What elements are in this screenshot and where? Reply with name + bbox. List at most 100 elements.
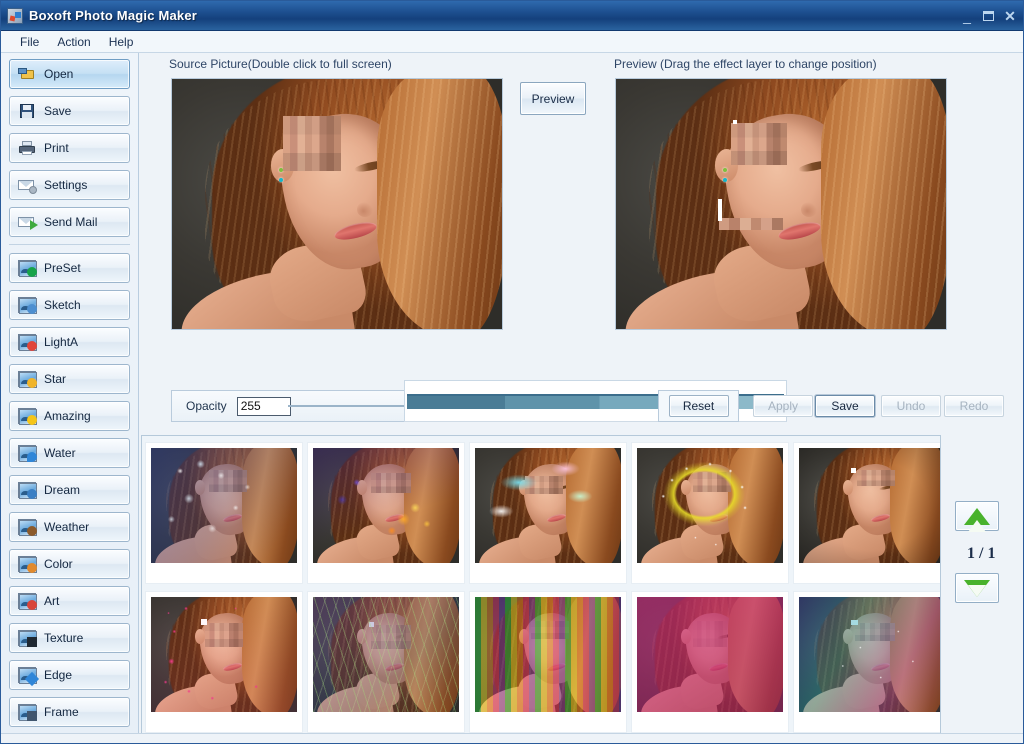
sidebar-item-star[interactable]: Star — [9, 364, 130, 394]
envelope-arrow-icon — [18, 214, 36, 230]
menu-file[interactable]: File — [11, 33, 48, 51]
undo-button[interactable]: Undo — [881, 395, 941, 417]
sidebar-item-settings[interactable]: Settings — [9, 170, 130, 200]
status-bar — [1, 733, 1024, 743]
menu-action[interactable]: Action — [48, 33, 99, 51]
thumbnail-image — [475, 597, 621, 712]
sidebar-item-save[interactable]: Save — [9, 96, 130, 126]
sidebar-item-label: LightA — [44, 335, 78, 349]
page-down-button[interactable] — [955, 573, 999, 603]
sidebar-item-texture[interactable]: Texture — [9, 623, 130, 653]
sidebar-item-weather[interactable]: Weather — [9, 512, 130, 542]
preview-label: Preview (Drag the effect layer to change… — [614, 57, 877, 71]
source-portrait-image — [172, 79, 502, 329]
page-indicator: 1 / 1 — [967, 545, 995, 563]
maximize-icon[interactable] — [983, 11, 994, 21]
thumbnail-cell[interactable] — [793, 591, 941, 733]
preview-picture[interactable] — [615, 78, 947, 330]
censor-block — [283, 116, 341, 171]
sidebar-item-label: Send Mail — [44, 215, 97, 229]
weather-icon — [18, 519, 36, 535]
apply-button[interactable]: Apply — [753, 395, 813, 417]
effect-marker-dot — [733, 120, 737, 124]
sidebar-item-label: Water — [44, 446, 76, 460]
sidebar-item-sketch[interactable]: Sketch — [9, 290, 130, 320]
sidebar-item-amazing[interactable]: Amazing — [9, 401, 130, 431]
redo-button[interactable]: Redo — [944, 395, 1004, 417]
app-icon — [7, 8, 23, 24]
sidebar-item-label: Amazing — [44, 409, 91, 423]
preview-button[interactable]: Preview — [520, 82, 586, 115]
reset-button[interactable]: Reset — [669, 395, 729, 417]
dream-icon — [18, 482, 36, 498]
minimize-icon[interactable]: _ — [960, 9, 974, 23]
art-icon — [18, 593, 36, 609]
thumbnail-image — [313, 597, 459, 712]
sidebar-item-open[interactable]: Open — [9, 59, 130, 89]
sidebar-item-frame[interactable]: Frame — [9, 697, 130, 727]
sidebar-item-label: Texture — [44, 631, 83, 645]
preview-portrait-image — [616, 79, 946, 329]
sidebar-item-print[interactable]: Print — [9, 133, 130, 163]
sidebar-item-water[interactable]: Water — [9, 438, 130, 468]
sidebar-item-label: Settings — [44, 178, 87, 192]
source-picture[interactable] — [171, 78, 503, 330]
sidebar-item-label: Art — [44, 594, 59, 608]
menu-help[interactable]: Help — [100, 33, 143, 51]
thumbnail-cell[interactable] — [631, 591, 789, 733]
sidebar-item-send-mail[interactable]: Send Mail — [9, 207, 130, 237]
sidebar-item-label: Open — [44, 67, 73, 81]
thumbnail-cell[interactable] — [469, 442, 627, 584]
thumbnail-image — [313, 448, 459, 563]
sidebar-item-label: Star — [44, 372, 66, 386]
sidebar: Open Save Print Settings Send Mail PreSe… — [1, 53, 139, 744]
color-icon — [18, 556, 36, 572]
window-title: Boxoft Photo Magic Maker — [29, 8, 197, 23]
floppy-disk-icon — [18, 103, 36, 119]
sidebar-item-dream[interactable]: Dream — [9, 475, 130, 505]
thumbnail-cell[interactable] — [145, 591, 303, 733]
menu-bar: File Action Help — [1, 31, 1024, 53]
open-folder-icon — [18, 66, 36, 82]
thumbnail-cell[interactable] — [307, 591, 465, 733]
sidebar-item-label: Save — [44, 104, 71, 118]
main-content: Source Picture(Double click to full scre… — [139, 53, 1024, 744]
frame-icon — [18, 704, 36, 720]
effect-marker-vertical — [718, 199, 722, 221]
title-bar: Boxoft Photo Magic Maker _ ✕ — [1, 1, 1024, 31]
thumbnail-image — [151, 597, 297, 712]
thumbnail-image — [637, 448, 783, 563]
sidebar-item-edge[interactable]: Edge — [9, 660, 130, 690]
sidebar-item-art[interactable]: Art — [9, 586, 130, 616]
thumbnail-cell[interactable] — [145, 442, 303, 584]
thumbnail-cell[interactable] — [469, 591, 627, 733]
close-icon[interactable]: ✕ — [1003, 9, 1017, 23]
page-up-button[interactable] — [955, 501, 999, 531]
sidebar-item-preset[interactable]: PreSet — [9, 253, 130, 283]
censor-block-eyes[interactable] — [731, 123, 787, 165]
star-icon — [18, 371, 36, 387]
save-button[interactable]: Save — [815, 395, 875, 417]
printer-icon — [18, 140, 36, 156]
opacity-input[interactable] — [237, 397, 291, 416]
water-icon — [18, 445, 36, 461]
sidebar-item-label: Dream — [44, 483, 80, 497]
sidebar-item-label: Weather — [44, 520, 89, 534]
thumbnail-cell[interactable] — [793, 442, 941, 584]
source-picture-label: Source Picture(Double click to full scre… — [169, 57, 392, 71]
effects-thumbnail-grid — [141, 435, 941, 735]
sidebar-item-label: Sketch — [44, 298, 81, 312]
thumbnail-image — [637, 597, 783, 712]
window-controls: _ ✕ — [960, 1, 1017, 31]
thumbnail-cell[interactable] — [307, 442, 465, 584]
censor-block-mouth[interactable] — [719, 218, 783, 230]
thumbnail-cell[interactable] — [631, 442, 789, 584]
opacity-label: Opacity — [186, 399, 227, 413]
sidebar-item-lighta[interactable]: LightA — [9, 327, 130, 357]
sidebar-item-label: Color — [44, 557, 73, 571]
edge-icon — [18, 667, 36, 683]
sidebar-item-label: Frame — [44, 705, 79, 719]
sidebar-item-color[interactable]: Color — [9, 549, 130, 579]
thumbnail-image — [799, 597, 941, 712]
sidebar-divider — [9, 244, 130, 245]
